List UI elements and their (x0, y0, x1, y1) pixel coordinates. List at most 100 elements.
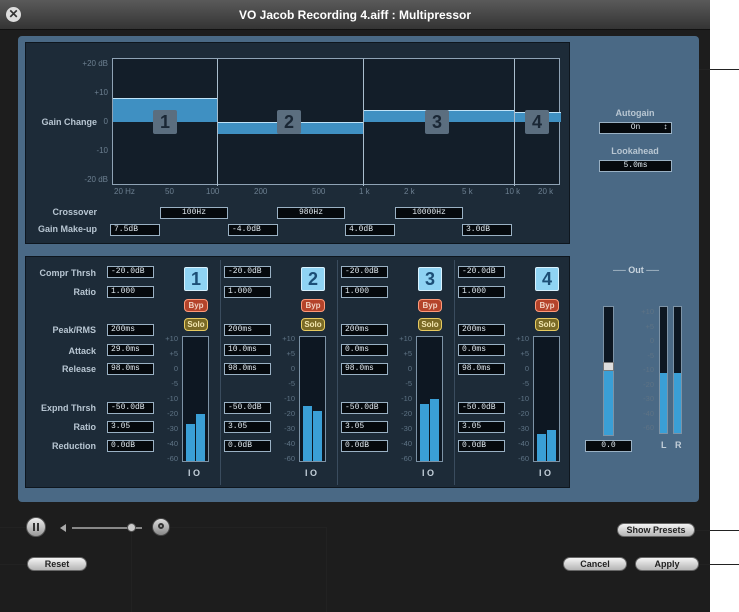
reduction-field[interactable]: 0.0dB (107, 440, 154, 452)
crossover-1-field[interactable]: 100Hz (160, 207, 228, 219)
y-tick: 0 (103, 117, 108, 126)
link-button[interactable] (152, 518, 170, 536)
reduction-field[interactable]: 0.0dB (224, 440, 271, 452)
row-label: Reduction (52, 441, 96, 451)
makeup-1-field[interactable]: 7.5dB (110, 224, 160, 236)
attack-field[interactable]: 0.0ms (458, 344, 505, 356)
reduction-field[interactable]: 0.0dB (341, 440, 388, 452)
crossover-divider-1[interactable] (217, 59, 218, 186)
meter-scale-tick: -30 (518, 424, 529, 433)
meter-scale-tick: -5 (405, 379, 412, 388)
meter-scale-tick: -10 (401, 394, 412, 403)
bypass-button[interactable]: Byp (184, 299, 208, 312)
expnd-thrsh-field[interactable]: -50.0dB (341, 402, 388, 414)
bypass-button[interactable]: Byp (535, 299, 559, 312)
ratio-field[interactable]: 1.000 (107, 286, 154, 298)
volume-slider-knob[interactable] (127, 523, 136, 532)
output-value-field[interactable]: 0.0 (585, 440, 632, 452)
band-graph[interactable]: 1 2 3 4 (112, 58, 561, 186)
band-select-button[interactable]: 4 (535, 267, 559, 291)
meter-scale-tick: -40 (167, 439, 178, 448)
expnd-ratio-field[interactable]: 3.05 (224, 421, 271, 433)
release-field[interactable]: 98.0ms (458, 363, 505, 375)
release-field[interactable]: 98.0ms (107, 363, 154, 375)
expnd-thrsh-field[interactable]: -50.0dB (224, 402, 271, 414)
attack-field[interactable]: 10.0ms (224, 344, 271, 356)
reduction-field[interactable]: 0.0dB (458, 440, 505, 452)
compr-thrsh-field[interactable]: -20.0dB (224, 266, 271, 278)
makeup-3-field[interactable]: 4.0dB (345, 224, 395, 236)
output-scale-tick: 0 (649, 336, 654, 345)
io-label: I O (422, 468, 435, 478)
meter-scale-tick: +5 (520, 349, 529, 358)
meter-scale-tick: -10 (167, 394, 178, 403)
show-presets-button[interactable]: Show Presets (617, 523, 695, 537)
attack-field[interactable]: 29.0ms (107, 344, 154, 356)
band-number: 1 (153, 110, 177, 134)
output-scale-tick: -10 (643, 365, 654, 374)
band-select-button[interactable]: 1 (184, 267, 208, 291)
meter-scale-tick: -5 (171, 379, 178, 388)
peak-rms-field[interactable]: 200ms (107, 324, 154, 336)
lookahead-field[interactable]: 5.0ms (599, 160, 672, 172)
ratio-field[interactable]: 1.000 (458, 286, 505, 298)
output-fader-level (604, 363, 613, 435)
peak-rms-field[interactable]: 200ms (341, 324, 388, 336)
band-io-meter (299, 336, 326, 462)
meter-scale-tick: 0 (173, 364, 178, 373)
callout-line (0, 564, 27, 565)
output-fader-handle[interactable] (603, 362, 614, 371)
autogain-value: On (630, 123, 641, 132)
output-scale-tick: -5 (647, 350, 654, 360)
expnd-thrsh-field[interactable]: -50.0dB (107, 402, 154, 414)
band-select-button[interactable]: 2 (301, 267, 325, 291)
ratio-field[interactable]: 1.000 (341, 286, 388, 298)
row-label: Ratio (73, 422, 97, 432)
meter-scale-tick: +10 (282, 334, 295, 343)
apply-button[interactable]: Apply (635, 557, 699, 571)
band-select-button[interactable]: 3 (418, 267, 442, 291)
output-fader-track[interactable] (603, 306, 614, 436)
strip-separator (220, 260, 221, 485)
y-tick: +20 dB (82, 59, 108, 68)
expnd-ratio-field[interactable]: 3.05 (107, 421, 154, 433)
crossover-divider-2[interactable] (363, 59, 364, 186)
bypass-button[interactable]: Byp (418, 299, 442, 312)
close-icon[interactable]: ✕ (6, 7, 21, 22)
x-tick: 20 Hz (114, 187, 135, 196)
crossover-divider-3[interactable] (514, 59, 515, 186)
crossover-label: Crossover (52, 207, 97, 217)
y-tick: -20 dB (84, 175, 108, 184)
crossover-3-field[interactable]: 10000Hz (395, 207, 463, 219)
reset-button[interactable]: Reset (27, 557, 87, 571)
makeup-2-field[interactable]: -4.0dB (228, 224, 278, 236)
makeup-4-field[interactable]: 3.0dB (462, 224, 512, 236)
input-level-bar (303, 406, 312, 461)
solo-button[interactable]: Solo (184, 318, 208, 331)
peak-rms-field[interactable]: 200ms (458, 324, 505, 336)
peak-rms-field[interactable]: 200ms (224, 324, 271, 336)
solo-button[interactable]: Solo (418, 318, 442, 331)
x-tick: 1 k (359, 187, 370, 196)
solo-button[interactable]: Solo (301, 318, 325, 331)
crossover-2-field[interactable]: 980Hz (277, 207, 345, 219)
attack-field[interactable]: 0.0ms (341, 344, 388, 356)
strip-separator (337, 260, 338, 485)
callout-line (699, 69, 739, 70)
compr-thrsh-field[interactable]: -20.0dB (341, 266, 388, 278)
release-field[interactable]: 98.0ms (224, 363, 271, 375)
output-title: ── Out ── (612, 265, 660, 275)
cancel-button[interactable]: Cancel (563, 557, 627, 571)
expnd-ratio-field[interactable]: 3.05 (341, 421, 388, 433)
ratio-field[interactable]: 1.000 (224, 286, 271, 298)
autogain-select[interactable]: On ↕ (599, 122, 672, 134)
expnd-thrsh-field[interactable]: -50.0dB (458, 402, 505, 414)
pause-button[interactable] (26, 517, 46, 537)
solo-button[interactable]: Solo (535, 318, 559, 331)
compr-thrsh-field[interactable]: -20.0dB (458, 266, 505, 278)
pause-icon (33, 523, 35, 531)
release-field[interactable]: 98.0ms (341, 363, 388, 375)
bypass-button[interactable]: Byp (301, 299, 325, 312)
expnd-ratio-field[interactable]: 3.05 (458, 421, 505, 433)
compr-thrsh-field[interactable]: -20.0dB (107, 266, 154, 278)
